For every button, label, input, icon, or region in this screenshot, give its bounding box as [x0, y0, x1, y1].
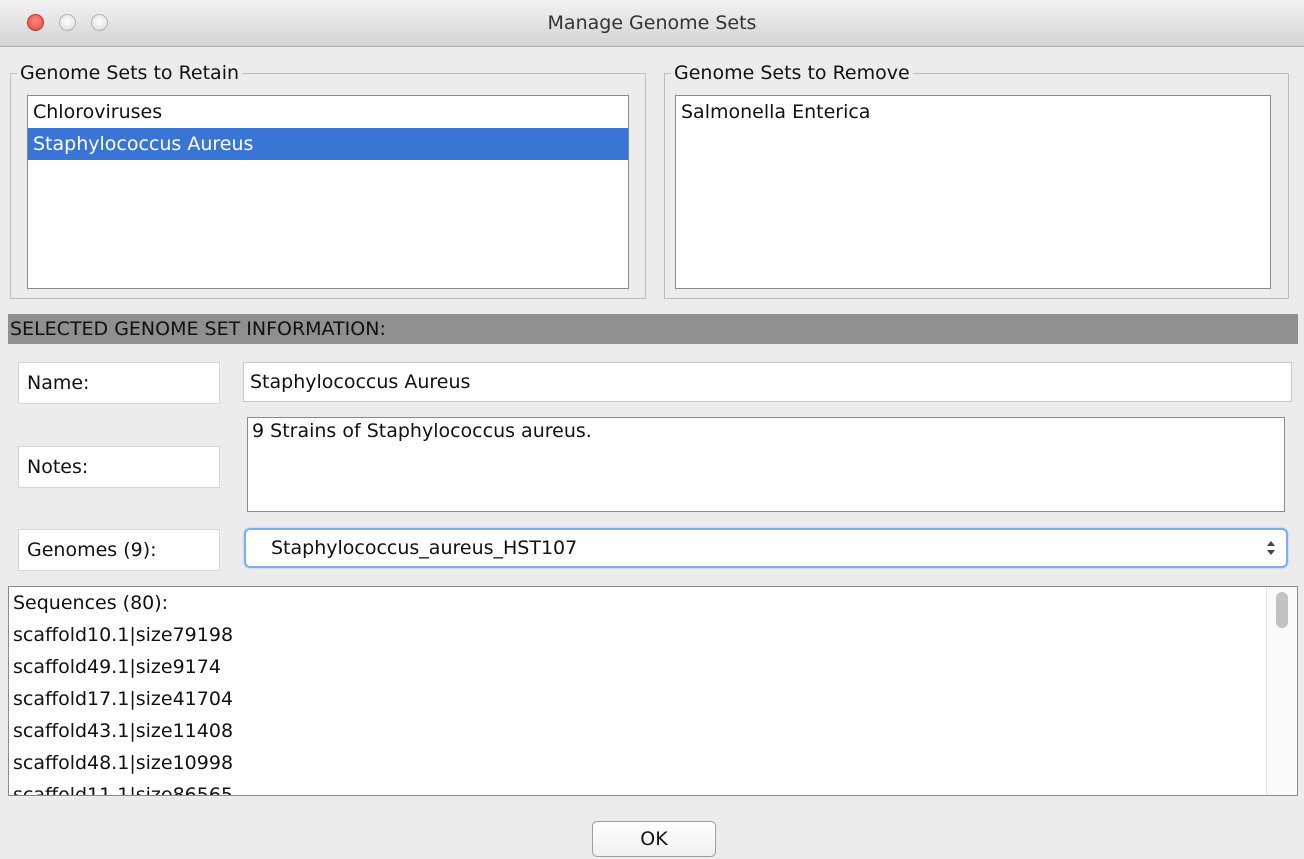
remove-group-title: Genome Sets to Remove — [671, 61, 913, 85]
genomes-select[interactable]: Staphylococcus_aureus_HST107 — [244, 528, 1288, 568]
remove-list-item[interactable]: Salmonella Enterica — [676, 96, 1270, 128]
retain-list-item[interactable]: Chloroviruses — [28, 96, 628, 128]
retain-group: Genome Sets to Retain Chloroviruses Staph… — [10, 61, 646, 299]
notes-textarea[interactable]: 9 Strains of Staphylococcus aureus. — [247, 417, 1285, 512]
sequences-count-label: Sequences (80): — [13, 592, 169, 614]
sequence-line: scaffold48.1|size10998 — [13, 752, 234, 774]
sequences-scrollbar[interactable] — [1266, 587, 1297, 795]
notes-label: Notes: — [18, 446, 220, 488]
ok-button[interactable]: OK — [592, 821, 716, 857]
retain-list-item[interactable]: Staphylococcus Aureus — [28, 128, 628, 160]
genomes-select-value: Staphylococcus_aureus_HST107 — [271, 537, 578, 559]
sequences-scrollbar-thumb[interactable] — [1276, 592, 1288, 628]
name-input[interactable] — [243, 362, 1292, 402]
selected-genome-set-header: SELECTED GENOME SET INFORMATION: — [8, 314, 1298, 344]
select-arrows-icon — [1267, 541, 1275, 555]
sequence-line: scaffold10.1|size79198 — [13, 624, 234, 646]
window-title: Manage Genome Sets — [547, 12, 757, 34]
notes-text: 9 Strains of Staphylococcus aureus. — [252, 420, 592, 442]
name-label: Name: — [18, 362, 220, 404]
manage-genome-sets-dialog: Manage Genome Sets Genome Sets to Retain… — [0, 0, 1304, 859]
title-bar[interactable]: Manage Genome Sets — [0, 0, 1304, 47]
sequence-line: scaffold49.1|size9174 — [13, 656, 221, 678]
sequence-line: scaffold11.1|size86565 — [13, 784, 234, 796]
remove-group: Genome Sets to Remove Salmonella Enteric… — [664, 61, 1289, 299]
remove-list[interactable]: Salmonella Enterica — [675, 95, 1271, 289]
sequence-line: scaffold43.1|size11408 — [13, 720, 234, 742]
sequences-pane[interactable]: Sequences (80): scaffold10.1|size79198 sca… — [8, 586, 1298, 796]
genomes-label: Genomes (9): — [18, 529, 220, 571]
sequence-line: scaffold17.1|size41704 — [13, 688, 234, 710]
retain-group-title: Genome Sets to Retain — [17, 61, 243, 85]
retain-list[interactable]: Chloroviruses Staphylococcus Aureus — [27, 95, 629, 289]
